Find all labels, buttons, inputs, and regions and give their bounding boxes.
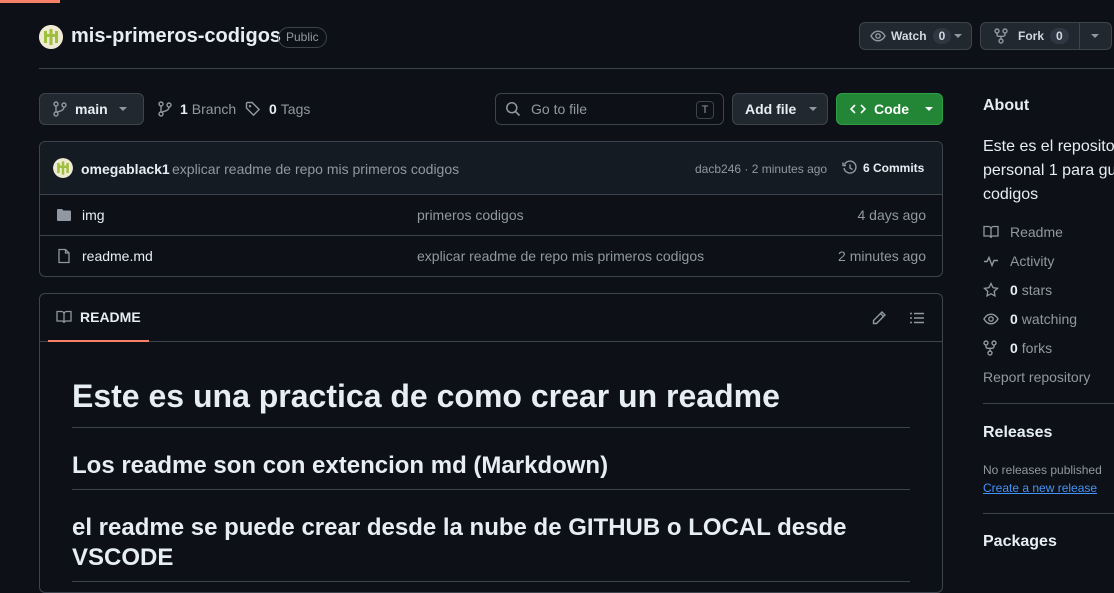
code-icon	[850, 101, 866, 117]
code-label: Code	[874, 101, 909, 117]
author-avatar[interactable]	[53, 158, 73, 178]
watching-link[interactable]: 0 watching	[983, 311, 1077, 327]
commits-link[interactable]: 6 Commits	[842, 160, 924, 176]
stars-label: stars	[1021, 282, 1053, 298]
tags-link[interactable]: 0 Tags	[245, 101, 310, 117]
watching-label: watching	[1021, 311, 1078, 327]
tag-icon	[245, 101, 261, 117]
readme-tab[interactable]: README	[48, 294, 149, 342]
triangle-down-icon[interactable]	[1090, 33, 1100, 39]
readme-panel: README Este es una practica de como crea…	[39, 293, 943, 593]
forks-label: forks	[1021, 340, 1053, 356]
keyboard-shortcut-hint: T	[696, 101, 714, 119]
file-icon	[56, 248, 72, 264]
branch-name: main	[75, 101, 108, 117]
git-branch-icon	[53, 101, 67, 117]
triangle-down-icon[interactable]	[953, 33, 963, 39]
history-icon	[842, 160, 858, 176]
triangle-down-icon	[808, 106, 818, 112]
tag-count: 0	[269, 101, 277, 117]
commit-hash-time[interactable]: dacb246 · 2 minutes ago	[695, 162, 827, 176]
add-file-button[interactable]: Add file	[732, 93, 828, 125]
triangle-down-icon	[924, 106, 934, 112]
tag-label: Tags	[280, 101, 311, 117]
report-repository-link[interactable]: Report repository	[983, 369, 1090, 385]
fork-icon	[983, 340, 999, 356]
folder-icon	[56, 207, 72, 223]
star-icon	[983, 282, 999, 298]
commit-author[interactable]: omegablack1	[81, 161, 170, 177]
readme-tab-label: README	[80, 309, 141, 325]
pencil-icon[interactable]	[871, 310, 887, 326]
packages-heading[interactable]: Packages	[983, 533, 1057, 551]
add-file-label: Add file	[745, 101, 797, 117]
file-date: 4 days ago	[857, 207, 927, 223]
watch-button[interactable]: Watch 0	[859, 22, 972, 50]
file-name[interactable]: readme.md	[82, 248, 153, 264]
activity-label: Activity	[1010, 253, 1055, 269]
fork-count: 0	[1050, 28, 1069, 44]
watching-count: 0	[1010, 311, 1018, 327]
file-name[interactable]: img	[82, 207, 105, 223]
readme-subheading: Los readme son con extencion md (Markdow…	[72, 451, 910, 490]
readme-header: README	[40, 294, 942, 342]
watch-label: Watch	[891, 29, 927, 43]
repo-description: Este es el repositor personal 1 para gu …	[983, 138, 1114, 203]
fork-button[interactable]: Fork 0	[980, 22, 1112, 50]
branches-link[interactable]: 1 Branch	[158, 101, 236, 117]
eye-icon	[870, 28, 886, 44]
pulse-icon	[983, 253, 999, 269]
search-input[interactable]	[529, 100, 679, 118]
git-branch-icon	[158, 101, 172, 117]
releases-heading[interactable]: Releases	[983, 424, 1052, 442]
commits-count: 6 Commits	[863, 161, 925, 175]
eye-icon	[983, 311, 999, 327]
visibility-badge: Public	[278, 27, 327, 48]
file-browser: omegablack1 explicar readme de repo mis …	[39, 141, 943, 277]
readme-link[interactable]: Readme	[983, 224, 1063, 240]
file-row[interactable]: img primeros codigos 4 days ago	[40, 195, 942, 236]
triangle-down-icon	[118, 106, 128, 112]
latest-commit-row: omegablack1 explicar readme de repo mis …	[40, 142, 942, 195]
sidebar-divider	[983, 403, 1114, 404]
readme-subheading: el readme se puede crear desde la nube d…	[72, 513, 910, 582]
watch-count: 0	[932, 28, 952, 44]
search-icon	[505, 101, 521, 117]
top-progress-bar	[0, 0, 1114, 4]
header-divider	[39, 68, 1114, 69]
owner-avatar[interactable]	[39, 25, 63, 49]
fork-label: Fork	[1018, 29, 1045, 43]
repo-name[interactable]: mis-primeros-codigos	[71, 25, 281, 48]
forks-count: 0	[1010, 340, 1018, 356]
branch-label: Branch	[191, 101, 237, 117]
stars-link[interactable]: 0 stars	[983, 282, 1052, 298]
file-commit-message[interactable]: explicar readme de repo mis primeros cod…	[417, 248, 704, 264]
no-releases-text: No releases published	[983, 463, 1102, 477]
go-to-file-search[interactable]: T	[495, 93, 724, 125]
fork-icon	[994, 28, 1008, 44]
file-commit-message[interactable]: primeros codigos	[417, 207, 524, 223]
file-date: 2 minutes ago	[838, 248, 926, 264]
commit-message[interactable]: explicar readme de repo mis primeros cod…	[172, 161, 459, 177]
stars-count: 0	[1010, 282, 1018, 298]
readme-link-label: Readme	[1010, 224, 1063, 240]
about-heading: About	[983, 97, 1030, 114]
book-icon	[56, 309, 72, 325]
readme-heading: Este es una practica de como crear un re…	[72, 376, 910, 428]
code-button[interactable]: Code	[836, 93, 943, 125]
book-icon	[983, 224, 999, 240]
branch-count: 1	[180, 101, 188, 117]
create-release-link[interactable]: Create a new release	[983, 481, 1097, 495]
branch-selector[interactable]: main	[39, 93, 144, 125]
file-row[interactable]: readme.md explicar readme de repo mis pr…	[40, 236, 942, 276]
sidebar-divider	[983, 513, 1114, 514]
list-outline-icon[interactable]	[909, 310, 925, 326]
forks-link[interactable]: 0 forks	[983, 340, 1052, 356]
activity-link[interactable]: Activity	[983, 253, 1054, 269]
button-divider	[1078, 23, 1080, 49]
